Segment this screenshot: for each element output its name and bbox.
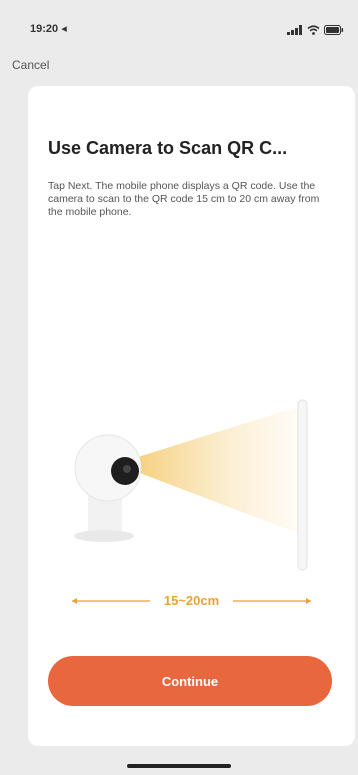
battery-icon (324, 22, 344, 40)
signal-icon (287, 22, 303, 40)
instruction-card: Use Camera to Scan QR C... Tap Next. The… (28, 86, 355, 746)
page-title: Use Camera to Scan QR C... (48, 138, 288, 158)
instruction-text: Tap Next. The mobile phone displays a QR… (48, 180, 320, 218)
camera-device (74, 434, 142, 542)
status-icons (287, 22, 344, 40)
continue-label: Continue (161, 673, 219, 689)
scan-beam (116, 406, 300, 534)
status-bar: 19:20 ◂ (0, 0, 358, 46)
cancel-button[interactable]: Cancel (12, 58, 49, 72)
scan-illustration (74, 399, 308, 571)
wifi-icon (307, 22, 320, 40)
phone-outline (297, 399, 308, 571)
continue-button[interactable]: Continue (48, 656, 332, 706)
home-indicator (127, 764, 231, 768)
screen: 19:20 ◂ Cancel Use Camera to Scan QR C..… (0, 0, 358, 775)
status-time: 19:20 ◂ (30, 23, 67, 35)
distance-text: 15~20cm (163, 593, 220, 608)
distance-label: 15~20cm (28, 593, 355, 608)
